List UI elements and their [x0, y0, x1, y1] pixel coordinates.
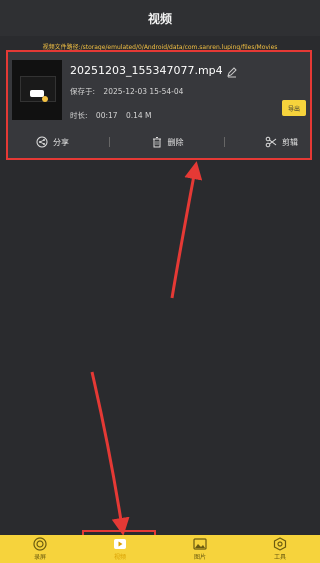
- tab-video-label: 视频: [113, 554, 126, 561]
- action-row: 分享 删除 剪辑: [8, 128, 310, 156]
- scissors-icon: [265, 136, 277, 148]
- tab-images-label: 图片: [193, 554, 206, 561]
- divider: [223, 137, 225, 147]
- tab-tools-label: 工具: [273, 554, 286, 561]
- share-label: 分享: [53, 137, 69, 147]
- saved-info: 保存于: 2025-12-03 15-54-04: [70, 86, 183, 97]
- video-thumbnail[interactable]: [12, 60, 62, 120]
- delete-button[interactable]: 删除: [151, 136, 184, 148]
- tab-record-label: 录屏: [33, 554, 46, 561]
- file-size: 0.14 M: [125, 111, 152, 120]
- header-bar: 视频: [0, 0, 320, 36]
- share-button[interactable]: 分享: [36, 136, 69, 148]
- saved-date: 2025-12-03 15-54-04: [103, 87, 184, 96]
- record-icon: [33, 537, 47, 551]
- share-icon: [36, 136, 48, 148]
- video-play-icon: [114, 539, 126, 549]
- duration-value: 00:17: [95, 111, 118, 120]
- tab-images[interactable]: 图片: [170, 537, 230, 561]
- video-file-name: 20251203_155347077.mp4: [70, 64, 223, 77]
- divider: [109, 137, 111, 147]
- duration-label: 时长:: [70, 111, 88, 120]
- edit-clip-button[interactable]: 剪辑: [265, 136, 298, 148]
- video-card[interactable]: 20251203_155347077.mp4 保存于: 2025-12-03 1…: [6, 50, 312, 160]
- trash-icon: [152, 137, 161, 148]
- export-button[interactable]: 导出: [282, 100, 306, 116]
- bottom-tab-bar: 录屏 视频 图片 工具: [0, 535, 320, 563]
- delete-label: 删除: [167, 137, 184, 147]
- image-icon: [193, 538, 207, 550]
- tools-icon: [273, 537, 287, 551]
- saved-label: 保存于:: [70, 87, 96, 96]
- edit-pencil-icon[interactable]: [226, 66, 238, 78]
- tab-video[interactable]: 视频: [90, 537, 150, 561]
- tab-record[interactable]: 录屏: [10, 537, 70, 561]
- edit-clip-label: 剪辑: [282, 137, 298, 147]
- video-meta: 时长: 00:17 0.14 M: [70, 110, 158, 121]
- page-title: 视频: [147, 11, 172, 26]
- tab-tools[interactable]: 工具: [250, 537, 310, 561]
